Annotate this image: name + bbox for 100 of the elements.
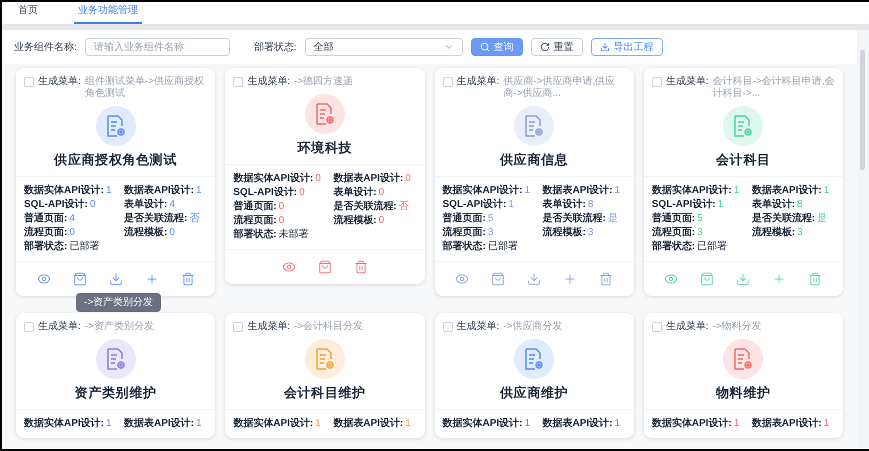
stat-value: 0: [278, 201, 284, 213]
menu-path: 组件测试菜单->供应商授权角色测试: [84, 76, 205, 100]
menu-path: ->德四方速递: [294, 76, 354, 88]
menu-path: ->供应商分发: [503, 321, 562, 333]
status-select[interactable]: 全部: [304, 38, 463, 56]
stat-label: SQL-API设计:: [442, 199, 506, 211]
stat-value: 否: [398, 201, 409, 213]
checkbox[interactable]: [24, 322, 34, 332]
stat-value: 1: [508, 199, 514, 211]
stat-label: 数据实体API设计:: [442, 418, 522, 430]
stat-label: 数据实体API设计:: [24, 418, 104, 430]
stat-label: 普通页面:: [233, 201, 277, 213]
stat-label: 数据表API设计:: [333, 173, 404, 185]
stat-label: 是否关联流程:: [124, 213, 188, 225]
stat-label: 流程页面:: [442, 227, 486, 239]
stat-label: 数据表API设计:: [542, 185, 612, 197]
stat-value: 1: [718, 199, 724, 211]
download-icon[interactable]: [108, 272, 123, 286]
stat-value: 5: [488, 213, 494, 225]
card-title: 会计科目: [716, 152, 771, 168]
stat-label: 普通页面:: [442, 213, 486, 225]
menu-path: ->会计科目分发: [294, 321, 364, 333]
download-icon[interactable]: [736, 272, 750, 286]
bag-icon[interactable]: [700, 272, 714, 286]
stat-value: 4: [169, 199, 175, 211]
checkbox[interactable]: [24, 77, 34, 87]
eye-icon[interactable]: [455, 272, 470, 286]
stat-value: 8: [797, 199, 803, 211]
scrollbar[interactable]: [857, 30, 869, 449]
stat-label: 部署状态:: [442, 241, 486, 253]
menu-label: 生成菜单:: [247, 321, 290, 333]
card-title: 供应商授权角色测试: [54, 152, 178, 168]
stat-value: 0: [278, 215, 284, 227]
trash-icon[interactable]: [808, 272, 822, 286]
stat-value: 1: [614, 418, 620, 430]
stat-label: SQL-API设计:: [652, 199, 716, 211]
checkbox[interactable]: [233, 77, 244, 87]
bag-icon[interactable]: [318, 260, 332, 274]
stat-value: 0: [69, 227, 75, 239]
menu-label: 生成菜单:: [456, 76, 500, 88]
stat-label: 表单设计:: [542, 199, 586, 211]
stat-label: 数据表API设计:: [124, 418, 194, 430]
checkbox[interactable]: [442, 322, 452, 332]
stat-value: 5: [697, 213, 703, 225]
stat-value: 3: [797, 227, 803, 239]
menu-path: ->资产类别分发: [84, 321, 154, 333]
download-icon[interactable]: [527, 272, 542, 286]
checkbox[interactable]: [652, 322, 662, 332]
plus-icon[interactable]: [144, 272, 159, 286]
checkbox[interactable]: [233, 322, 244, 332]
deploy-status: 已部署: [488, 241, 518, 253]
menu-label: 生成菜单:: [247, 76, 290, 88]
trash-icon[interactable]: [180, 272, 195, 286]
stat-label: 部署状态:: [652, 241, 696, 253]
stat-label: 表单设计:: [124, 199, 168, 211]
export-icon: [600, 42, 610, 52]
card-title: 物料维护: [716, 385, 771, 401]
stat-value: 1: [524, 185, 530, 197]
plus-icon[interactable]: [563, 272, 578, 286]
tooltip: ->资产类别分发: [76, 293, 162, 312]
plus-icon[interactable]: [772, 272, 786, 286]
trash-icon[interactable]: [599, 272, 614, 286]
stat-value: 1: [315, 418, 321, 430]
bag-icon[interactable]: [72, 272, 87, 286]
deploy-status: 已部署: [69, 241, 100, 253]
tab[interactable]: 首页: [14, 3, 42, 24]
stat-value: 1: [196, 418, 202, 430]
stat-label: 数据实体API设计:: [442, 185, 522, 197]
name-search-field[interactable]: 请输入业务组件名称: [84, 38, 230, 56]
bag-icon[interactable]: [491, 272, 506, 286]
stat-value: 0: [378, 215, 384, 227]
stat-label: 数据实体API设计:: [652, 185, 732, 197]
card-title: 供应商信息: [500, 152, 568, 168]
checkbox[interactable]: [442, 77, 452, 87]
reset-button[interactable]: 重置: [530, 38, 583, 56]
stat-label: 部署状态:: [233, 229, 277, 241]
stat-label: 数据表API设计:: [333, 418, 404, 430]
eye-icon[interactable]: [36, 272, 51, 286]
stat-value: 0: [169, 227, 175, 239]
export-button[interactable]: 导出工程: [590, 38, 663, 56]
checkbox[interactable]: [652, 77, 662, 87]
stat-value: 8: [588, 199, 594, 211]
stat-value: 否: [189, 213, 200, 225]
stat-label: 流程页面:: [24, 227, 68, 239]
stat-value: 1: [196, 185, 202, 197]
eye-icon[interactable]: [282, 260, 296, 274]
stat-value: 1: [824, 185, 830, 197]
stat-label: 数据表API设计:: [124, 185, 194, 197]
stat-value: 0: [299, 187, 305, 199]
stat-label: 数据实体API设计:: [233, 173, 314, 185]
stat-value: 0: [378, 187, 384, 199]
stat-value: 1: [614, 185, 620, 197]
stat-label: 数据实体API设计:: [233, 418, 314, 430]
eye-icon[interactable]: [664, 272, 678, 286]
stat-value: 1: [734, 418, 740, 430]
stat-value: 3: [697, 227, 703, 239]
menu-path: ->物料分发: [712, 321, 762, 333]
trash-icon[interactable]: [354, 260, 368, 274]
stat-label: 数据实体API设计:: [652, 418, 732, 430]
stat-label: 部署状态:: [24, 241, 68, 253]
